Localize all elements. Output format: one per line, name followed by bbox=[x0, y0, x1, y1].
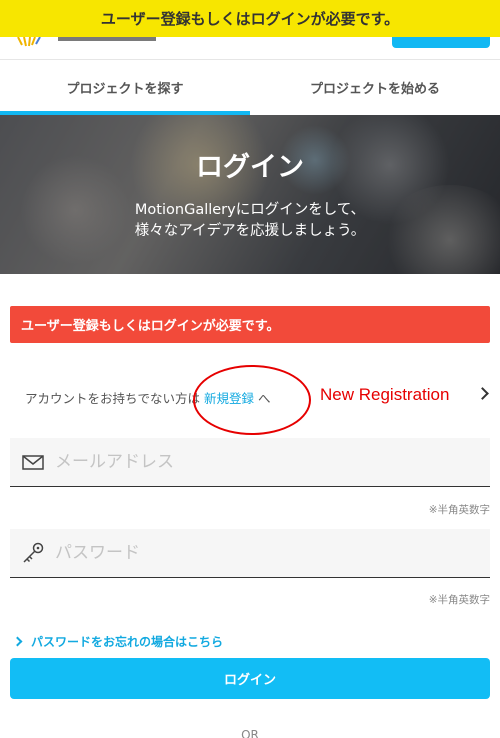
key-icon bbox=[23, 542, 44, 563]
chevron-right-icon bbox=[476, 387, 489, 400]
tab-label: プロジェクトを探す bbox=[66, 82, 184, 97]
tab-find-projects[interactable]: プロジェクトを探す bbox=[0, 60, 250, 115]
main-tabs: プロジェクトを探す プロジェクトを始める bbox=[0, 60, 500, 115]
email-field bbox=[10, 438, 490, 487]
password-input[interactable] bbox=[55, 529, 480, 577]
logo[interactable] bbox=[14, 37, 164, 47]
annotation-circle bbox=[193, 365, 311, 435]
login-required-alert: ユーザー登録もしくはログインが必要です。 bbox=[10, 306, 490, 343]
hero-banner: ログイン MotionGalleryにログインをして、 様々なアイデアを応援しま… bbox=[0, 115, 500, 274]
page-title: ログイン bbox=[196, 152, 304, 183]
hero-line-2: 様々なアイデアを応援しましょう。 bbox=[134, 223, 366, 239]
signup-row[interactable]: アカウントをお持ちでない方は 新規登録 へ New Registration bbox=[0, 365, 500, 435]
password-field bbox=[10, 529, 490, 578]
top-notice-text: ユーザー登録もしくはログインが必要です。 bbox=[100, 10, 400, 28]
top-notice-banner: ユーザー登録もしくはログインが必要です。 bbox=[0, 0, 500, 37]
alert-text: ユーザー登録もしくはログインが必要です。 bbox=[21, 319, 280, 334]
tab-start-project[interactable]: プロジェクトを始める bbox=[250, 60, 500, 115]
forgot-password-label: パスワードをお忘れの場合はこちら bbox=[31, 635, 224, 649]
email-hint: ※半角英数字 bbox=[428, 504, 490, 516]
or-divider: OR bbox=[241, 728, 259, 738]
site-header bbox=[0, 37, 500, 60]
login-button[interactable]: ログイン bbox=[10, 658, 490, 699]
login-button-label: ログイン bbox=[223, 673, 276, 688]
hero-description: MotionGalleryにログインをして、 様々なアイデアを応援しましょう。 bbox=[0, 200, 500, 242]
hero-line-1: MotionGalleryにログインをして、 bbox=[134, 202, 366, 218]
tab-label: プロジェクトを始める bbox=[309, 82, 440, 97]
annotation-label: New Registration bbox=[320, 385, 450, 404]
signup-prefix: アカウントをお持ちでない方は bbox=[25, 391, 204, 406]
chevron-right-icon bbox=[12, 636, 23, 647]
email-input[interactable] bbox=[55, 438, 480, 486]
header-button[interactable] bbox=[392, 37, 490, 48]
envelope-icon bbox=[22, 455, 44, 470]
password-hint: ※半角英数字 bbox=[428, 594, 490, 606]
forgot-password-link[interactable]: パスワードをお忘れの場合はこちら bbox=[12, 633, 223, 650]
